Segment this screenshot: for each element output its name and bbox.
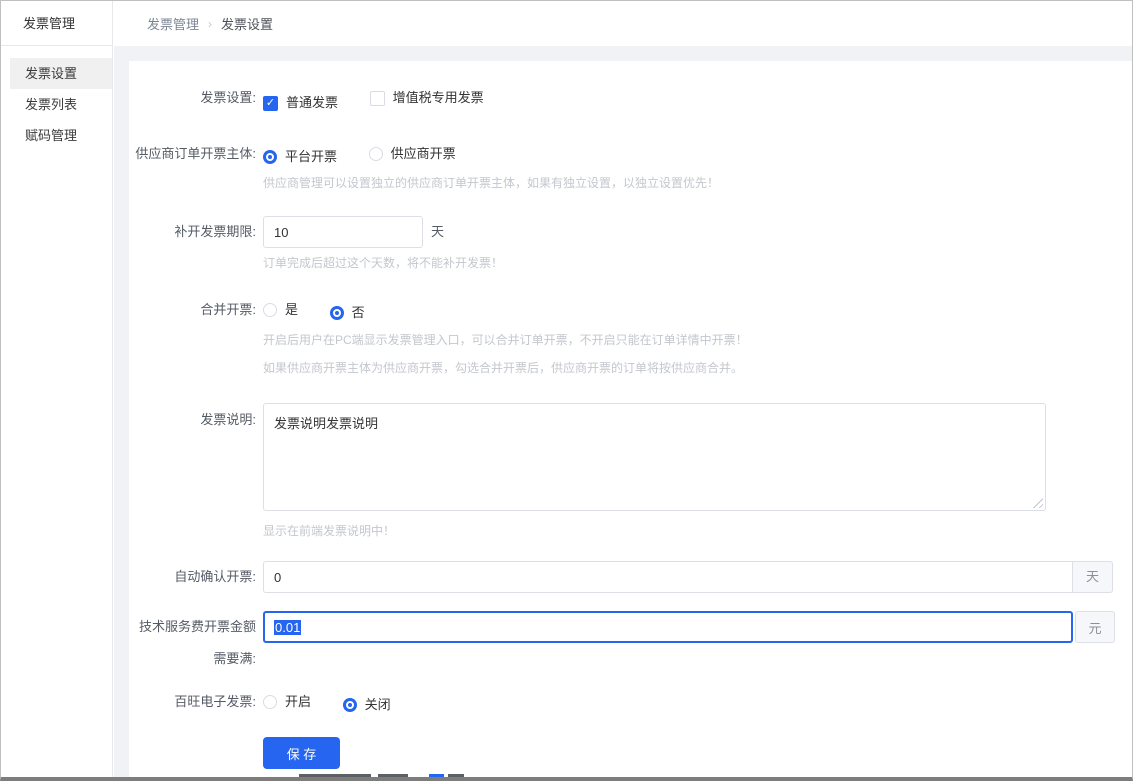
- checkbox-label: 增值税专用发票: [393, 89, 484, 107]
- checkbox-ordinary-invoice[interactable]: 普通发票: [263, 94, 338, 112]
- merge-invoicing-tip-2: 如果供应商开票主体为供应商开票，勾选合并开票后，供应商开票的订单将按供应商合并。: [263, 361, 1132, 375]
- radio-merge-yes[interactable]: 是: [263, 301, 298, 319]
- checkbox-vat-special-invoice[interactable]: 增值税专用发票: [370, 89, 484, 107]
- breadcrumb-separator-icon: ›: [208, 17, 212, 31]
- auto-confirm-input[interactable]: [263, 561, 1073, 593]
- form-row-invoice-type: 发票设置: 普通发票 增值税专用发票: [129, 89, 1132, 112]
- invoice-note-tip: 显示在前端发票说明中！: [263, 524, 1132, 538]
- invoice-type-label: 发票设置:: [129, 89, 256, 112]
- auto-confirm-unit-addon: 天: [1073, 561, 1113, 593]
- clipped-row-fragment: [429, 774, 444, 777]
- checkbox-checked-icon: [263, 96, 278, 111]
- tech-fee-unit-addon: 元: [1075, 611, 1115, 643]
- reissue-deadline-tip: 订单完成后超过这个天数，将不能补开发票！: [263, 256, 1132, 270]
- form-row-reissue-deadline: 补开发票期限: 天: [129, 216, 1132, 248]
- save-button[interactable]: 保 存: [263, 737, 340, 769]
- radio-label: 是: [285, 301, 298, 319]
- radio-unselected-icon: [263, 695, 277, 709]
- sidebar-item-invoice-list[interactable]: 发票列表: [10, 89, 112, 120]
- merge-invoicing-tip-1: 开启后用户在PC端显示发票管理入口，可以合并订单开票，不开启只能在订单详情中开票…: [263, 333, 1132, 347]
- baiwang-label: 百旺电子发票:: [129, 693, 256, 714]
- form-row-tech-service-fee: 技术服务费开票金额 需要满: 0.01 元: [129, 611, 1132, 675]
- supplier-subject-label: 供应商订单开票主体:: [129, 145, 256, 166]
- clipped-row-fragment: [448, 774, 464, 777]
- radio-selected-icon: [330, 306, 344, 320]
- sidebar-title: 发票管理: [1, 1, 112, 46]
- form-row-merge-invoicing: 合并开票: 是 否: [129, 301, 1132, 322]
- content-background: 发票设置: 普通发票 增值税专用发票 供应商订单开票主体:: [114, 46, 1132, 781]
- reissue-deadline-input[interactable]: [263, 216, 423, 248]
- radio-selected-icon: [263, 150, 277, 164]
- sidebar-item-code-management[interactable]: 赋码管理: [10, 120, 112, 151]
- app-window: 发票管理 发票设置 发票列表 赋码管理 发票管理 › 发票设置 发票设置: 普: [0, 0, 1133, 781]
- tech-fee-label-line2: 需要满:: [129, 643, 256, 675]
- breadcrumb-current: 发票设置: [221, 14, 273, 33]
- selected-text: 0.01: [274, 620, 301, 635]
- radio-unselected-icon: [369, 147, 383, 161]
- radio-label: 否: [352, 304, 365, 322]
- radio-baiwang-off[interactable]: 关闭: [343, 696, 391, 714]
- radio-label: 关闭: [365, 696, 391, 714]
- main-area: 发票管理 › 发票设置 发票设置: 普通发票 增值税专用发票: [114, 1, 1132, 777]
- tech-fee-label-line1: 技术服务费开票金额: [129, 611, 256, 643]
- supplier-subject-tip: 供应商管理可以设置独立的供应商订单开票主体，如果有独立设置，以独立设置优先！: [263, 176, 1132, 190]
- form-row-invoice-note: 发票说明: 发票说明发票说明: [129, 403, 1132, 514]
- radio-merge-no[interactable]: 否: [330, 304, 365, 322]
- invoice-note-textarea[interactable]: 发票说明发票说明: [263, 403, 1046, 511]
- form-row-baiwang: 百旺电子发票: 开启 关闭: [129, 693, 1132, 714]
- radio-label: 平台开票: [285, 148, 337, 166]
- form-row-auto-confirm: 自动确认开票: 天: [129, 561, 1132, 593]
- radio-baiwang-on[interactable]: 开启: [263, 693, 311, 711]
- radio-label: 开启: [285, 693, 311, 711]
- sidebar-menu: 发票设置 发票列表 赋码管理: [1, 46, 112, 151]
- settings-form-card: 发票设置: 普通发票 增值税专用发票 供应商订单开票主体:: [129, 61, 1132, 781]
- reissue-deadline-unit: 天: [431, 216, 444, 248]
- checkbox-unchecked-icon: [370, 91, 385, 106]
- radio-platform-invoicing[interactable]: 平台开票: [263, 148, 337, 166]
- merge-invoicing-label: 合并开票:: [129, 301, 256, 322]
- tech-fee-input[interactable]: 0.01: [263, 611, 1073, 643]
- clipped-row-fragment: [299, 774, 371, 777]
- form-row-supplier-subject: 供应商订单开票主体: 平台开票 供应商开票: [129, 145, 1132, 166]
- checkbox-label: 普通发票: [286, 94, 338, 112]
- radio-unselected-icon: [263, 303, 277, 317]
- breadcrumb-parent[interactable]: 发票管理: [147, 14, 199, 33]
- clipped-row-fragment: [378, 774, 408, 777]
- sidebar: 发票管理 发票设置 发票列表 赋码管理: [1, 1, 113, 777]
- topbar: 发票管理 › 发票设置: [114, 1, 1132, 46]
- radio-selected-icon: [343, 698, 357, 712]
- reissue-deadline-label: 补开发票期限:: [129, 216, 256, 248]
- radio-label: 供应商开票: [391, 145, 456, 163]
- auto-confirm-label: 自动确认开票:: [129, 561, 256, 593]
- sidebar-item-invoice-settings[interactable]: 发票设置: [10, 58, 112, 89]
- radio-supplier-invoicing[interactable]: 供应商开票: [369, 145, 456, 163]
- invoice-note-label: 发票说明:: [129, 403, 256, 514]
